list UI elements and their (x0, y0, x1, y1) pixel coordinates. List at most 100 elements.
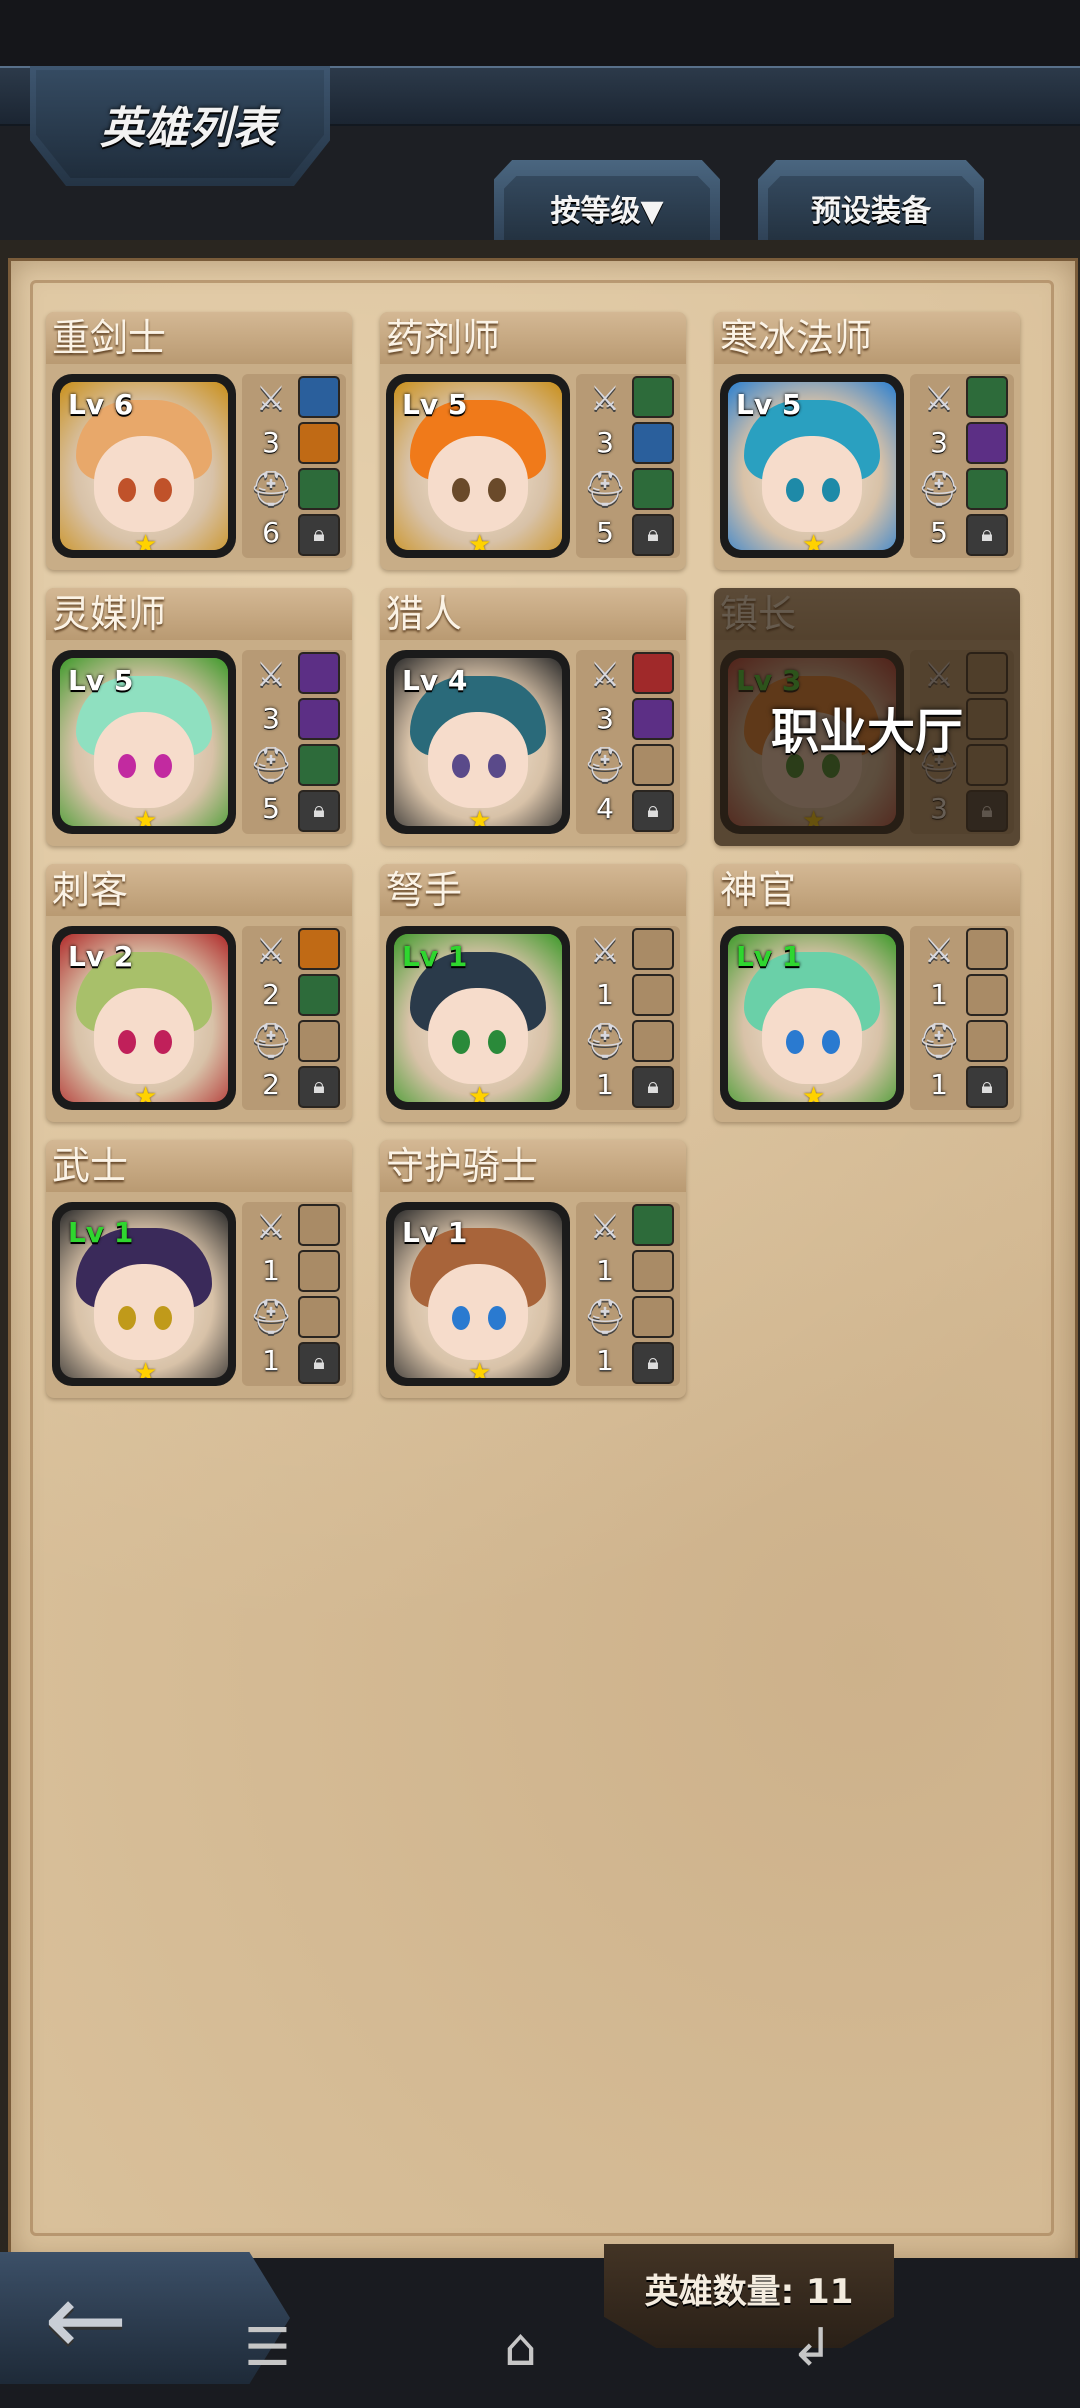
star-icon: ★ (802, 530, 826, 550)
hero-face (94, 436, 194, 532)
equipment-slot[interactable] (298, 468, 340, 510)
locked-slot[interactable]: 🔒︎ (632, 1342, 674, 1384)
hero-eye (488, 754, 506, 778)
helmet-icon: ⛑︎ (917, 469, 961, 509)
equipment-slot[interactable] (966, 974, 1008, 1016)
equipment-slot[interactable] (632, 974, 674, 1016)
home-icon[interactable]: ⌂ (504, 2318, 537, 2378)
armor-level: 2 (262, 1068, 280, 1101)
weapon-level: 1 (596, 1254, 614, 1287)
hero-eye (154, 478, 172, 502)
lock-icon: 🔒︎ (981, 1074, 993, 1099)
equipment-slot[interactable] (298, 698, 340, 740)
armor-level: 6 (262, 516, 280, 549)
equipment-slot[interactable] (298, 1296, 340, 1338)
star-icon: ★ (468, 1082, 492, 1102)
equipment-slot[interactable] (298, 422, 340, 464)
hero-card[interactable]: 刺客 Lv 2 ★ ⚔︎ 2 ⛑︎ 2 🔒︎ (46, 864, 352, 1122)
portrait-frame: Lv 1 ★ (728, 934, 896, 1102)
equipment-slot[interactable] (632, 422, 674, 464)
hero-portrait[interactable]: Lv 2 ★ (52, 926, 236, 1110)
hero-card[interactable]: 猎人 Lv 4 ★ ⚔︎ 3 ⛑︎ 4 🔒︎ (380, 588, 686, 846)
star-icon: ★ (468, 530, 492, 550)
equipment-slot[interactable] (298, 744, 340, 786)
equipment-slot[interactable] (632, 376, 674, 418)
equipment-slot[interactable] (298, 974, 340, 1016)
star-icon: ★ (468, 1358, 492, 1378)
hero-portrait[interactable]: Lv 1 ★ (720, 926, 904, 1110)
equipment-slot[interactable] (632, 652, 674, 694)
locked-slot[interactable]: 🔒︎ (298, 1342, 340, 1384)
hero-portrait[interactable]: Lv 5 ★ (52, 650, 236, 834)
locked-slot[interactable]: 🔒︎ (298, 514, 340, 556)
hero-stats: ⚔︎ 3 ⛑︎ 5 🔒︎ (910, 374, 1014, 558)
hero-eye (488, 478, 506, 502)
locked-slot[interactable]: 🔒︎ (298, 790, 340, 832)
locked-slot[interactable]: 🔒︎ (632, 1066, 674, 1108)
hero-portrait[interactable]: Lv 1 ★ (52, 1202, 236, 1386)
return-icon[interactable]: ↲ (790, 2318, 834, 2378)
equipment-slot[interactable] (632, 1204, 674, 1246)
hero-card[interactable]: 武士 Lv 1 ★ ⚔︎ 1 ⛑︎ 1 🔒︎ (46, 1140, 352, 1398)
locked-slot[interactable]: 🔒︎ (632, 790, 674, 832)
portrait-frame: Lv 5 ★ (394, 382, 562, 550)
hero-name: 寒冰法师 (714, 312, 1020, 364)
hero-name: 重剑士 (46, 312, 352, 364)
locked-slot[interactable]: 🔒︎ (966, 514, 1008, 556)
star-icon: ★ (134, 1082, 158, 1102)
hero-stats: ⚔︎ 3 ⛑︎ 5 🔒︎ (242, 650, 346, 834)
equipment-slot[interactable] (966, 928, 1008, 970)
hero-face (428, 436, 528, 532)
equipment-slot[interactable] (632, 1250, 674, 1292)
portrait-frame: Lv 1 ★ (394, 934, 562, 1102)
hero-card[interactable]: 守护骑士 Lv 1 ★ ⚔︎ 1 ⛑︎ 1 🔒︎ (380, 1140, 686, 1398)
equipment-slot[interactable] (966, 468, 1008, 510)
hero-card[interactable]: 神官 Lv 1 ★ ⚔︎ 1 ⛑︎ 1 🔒︎ (714, 864, 1020, 1122)
equipment-slot[interactable] (632, 928, 674, 970)
hero-name: 武士 (46, 1140, 352, 1192)
locked-slot[interactable]: 🔒︎ (966, 1066, 1008, 1108)
locked-slot[interactable]: 🔒︎ (298, 1066, 340, 1108)
hero-card[interactable]: 药剂师 Lv 5 ★ ⚔︎ 3 ⛑︎ 5 🔒︎ (380, 312, 686, 570)
equipment-slot[interactable] (966, 376, 1008, 418)
equipment-slot[interactable] (632, 1296, 674, 1338)
lock-icon: 🔒︎ (313, 1350, 325, 1375)
equipment-slot[interactable] (298, 1204, 340, 1246)
equipment-slot[interactable] (298, 1250, 340, 1292)
equipment-slot[interactable] (298, 928, 340, 970)
hero-portrait[interactable]: Lv 5 ★ (386, 374, 570, 558)
equipment-slot[interactable] (298, 652, 340, 694)
equipment-slot[interactable] (966, 1020, 1008, 1062)
equipment-slot[interactable] (298, 376, 340, 418)
job-hall-label: 职业大厅 (770, 704, 963, 760)
hero-level: Lv 5 (736, 388, 802, 421)
hero-portrait[interactable]: Lv 6 ★ (52, 374, 236, 558)
hero-portrait[interactable]: Lv 1 ★ (386, 926, 570, 1110)
hero-eye (786, 1030, 804, 1054)
hero-card[interactable]: 寒冰法师 Lv 5 ★ ⚔︎ 3 ⛑︎ 5 🔒︎ (714, 312, 1020, 570)
locked-slot[interactable]: 🔒︎ (632, 514, 674, 556)
hero-face (762, 988, 862, 1084)
equipment-slot[interactable] (632, 698, 674, 740)
equipment-slot[interactable] (632, 468, 674, 510)
hero-card[interactable]: 重剑士 Lv 6 ★ ⚔︎ 3 ⛑︎ 6 🔒︎ (46, 312, 352, 570)
equipment-slot[interactable] (632, 744, 674, 786)
hero-portrait[interactable]: Lv 1 ★ (386, 1202, 570, 1386)
hero-portrait[interactable]: Lv 4 ★ (386, 650, 570, 834)
equipment-slot[interactable] (298, 1020, 340, 1062)
hero-card[interactable]: 镇长Lv 3★⚔︎⛑︎3🔒︎职业大厅 (714, 588, 1020, 846)
menu-icon[interactable]: ☰ (244, 2318, 291, 2378)
hero-card[interactable]: 弩手 Lv 1 ★ ⚔︎ 1 ⛑︎ 1 🔒︎ (380, 864, 686, 1122)
weapon-level: 2 (262, 978, 280, 1011)
hero-card[interactable]: 灵媒师 Lv 5 ★ ⚔︎ 3 ⛑︎ 5 🔒︎ (46, 588, 352, 846)
equipment-slot[interactable] (632, 1020, 674, 1062)
hero-name: 神官 (714, 864, 1020, 916)
sword-icon: ⚔︎ (255, 655, 287, 695)
hero-level: Lv 1 (68, 1216, 134, 1249)
hero-face (428, 1264, 528, 1360)
equipment-slot[interactable] (966, 422, 1008, 464)
sword-icon: ⚔︎ (923, 931, 955, 971)
hero-portrait[interactable]: Lv 5 ★ (720, 374, 904, 558)
helmet-icon: ⛑︎ (583, 745, 627, 785)
hero-level: Lv 6 (68, 388, 134, 421)
